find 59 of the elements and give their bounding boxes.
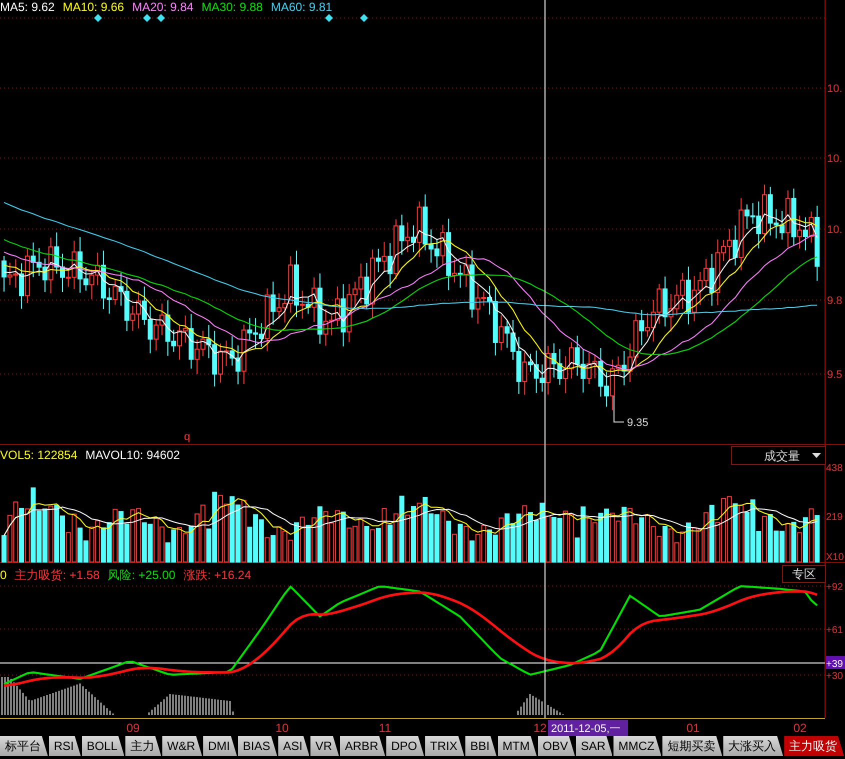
zone-button[interactable]: 专区 — [782, 565, 826, 583]
price-axis-label: 10. — [827, 224, 842, 236]
price-axis-label: 9.5 — [827, 369, 842, 381]
date-axis-label: 11 — [378, 721, 392, 735]
moving-average-legend: MA30: 9.88 — [201, 0, 263, 14]
volume-legend: MAVOL10: 94602 — [85, 448, 180, 462]
indicator-axis-label: +92 — [826, 582, 843, 593]
volume-axis-label: 438 — [826, 463, 843, 474]
indicator-tab[interactable]: W&R — [162, 736, 202, 756]
moving-average-legend: MA5: 9.62 — [0, 0, 55, 14]
indicator-tab[interactable]: ASI — [278, 736, 310, 756]
indicator-tab[interactable]: DMI — [203, 736, 237, 756]
price-axis-label: 9.8 — [827, 295, 842, 307]
leader-line — [614, 396, 624, 422]
indicator-axis-label: +30 — [826, 671, 843, 682]
moving-average-legend: MA10: 9.66 — [62, 0, 124, 14]
moving-average-legend: MA60: 9.81 — [270, 0, 332, 14]
indicator-axis-label: +39 — [826, 659, 843, 670]
indicator-tab[interactable]: 大涨买入 — [723, 736, 784, 756]
low-price-label: 9.35 — [627, 417, 648, 429]
volume-axis-label: 219 — [826, 512, 843, 523]
date-axis-label: 02 — [793, 721, 807, 735]
indicator-tab[interactable]: BIAS — [238, 736, 278, 756]
indicator-tab[interactable]: 标平台 — [0, 736, 48, 756]
price-axis-label: 10. — [827, 83, 842, 95]
date-axis-label: 10 — [275, 721, 289, 735]
moving-average-legend: MA20: 9.84 — [132, 0, 194, 14]
cursor-date-label: 2011-12-05,一 — [548, 720, 628, 736]
indicator-tab[interactable]: MMCZ — [613, 736, 662, 756]
diamond-icon — [325, 14, 333, 22]
indicator-tab[interactable]: MTM — [498, 736, 537, 756]
indicator-tab[interactable]: BBI — [465, 736, 496, 756]
date-axis-label: 12 — [533, 721, 547, 735]
indicator-tab[interactable]: VR — [310, 736, 339, 756]
indicator-tab[interactable]: TRIX — [425, 736, 464, 756]
volume-legend: VOL5: 122854 — [0, 448, 78, 462]
indicator-dropdown[interactable]: 成交量 — [731, 446, 826, 465]
indicator-legend: 0 — [0, 568, 7, 582]
indicator-tab[interactable]: 主力吸货 — [784, 736, 844, 756]
date-axis-label: 01 — [686, 721, 700, 735]
indicator-legend: 风险: +25.00 — [108, 568, 176, 582]
indicator-tab[interactable]: ARBR — [340, 736, 386, 756]
volume-axis-label: X10 — [826, 552, 844, 563]
price-axis-label: 10. — [827, 153, 842, 165]
indicator-tab[interactable]: 短期买卖 — [662, 736, 722, 756]
diamond-icon — [360, 14, 368, 22]
indicator-tab[interactable]: RSI — [48, 736, 81, 756]
diamond-icon — [94, 14, 102, 22]
indicator-tab[interactable]: BOLL — [82, 736, 124, 756]
caret-icon — [812, 453, 821, 458]
indicator-tab[interactable]: DPO — [386, 736, 424, 756]
indicator-tab[interactable]: SAR — [576, 736, 612, 756]
indicator-axis-label: +61 — [826, 625, 843, 636]
indicator-legend: 涨跌: +16.24 — [183, 568, 252, 582]
indicator-tab[interactable]: OBV — [538, 736, 575, 756]
date-axis-label: 09 — [126, 721, 140, 735]
indicator-legend: 主力吸货: +1.58 — [14, 568, 100, 582]
marker-letter: q — [184, 431, 190, 443]
indicator-tab[interactable]: 主力 — [125, 736, 162, 756]
